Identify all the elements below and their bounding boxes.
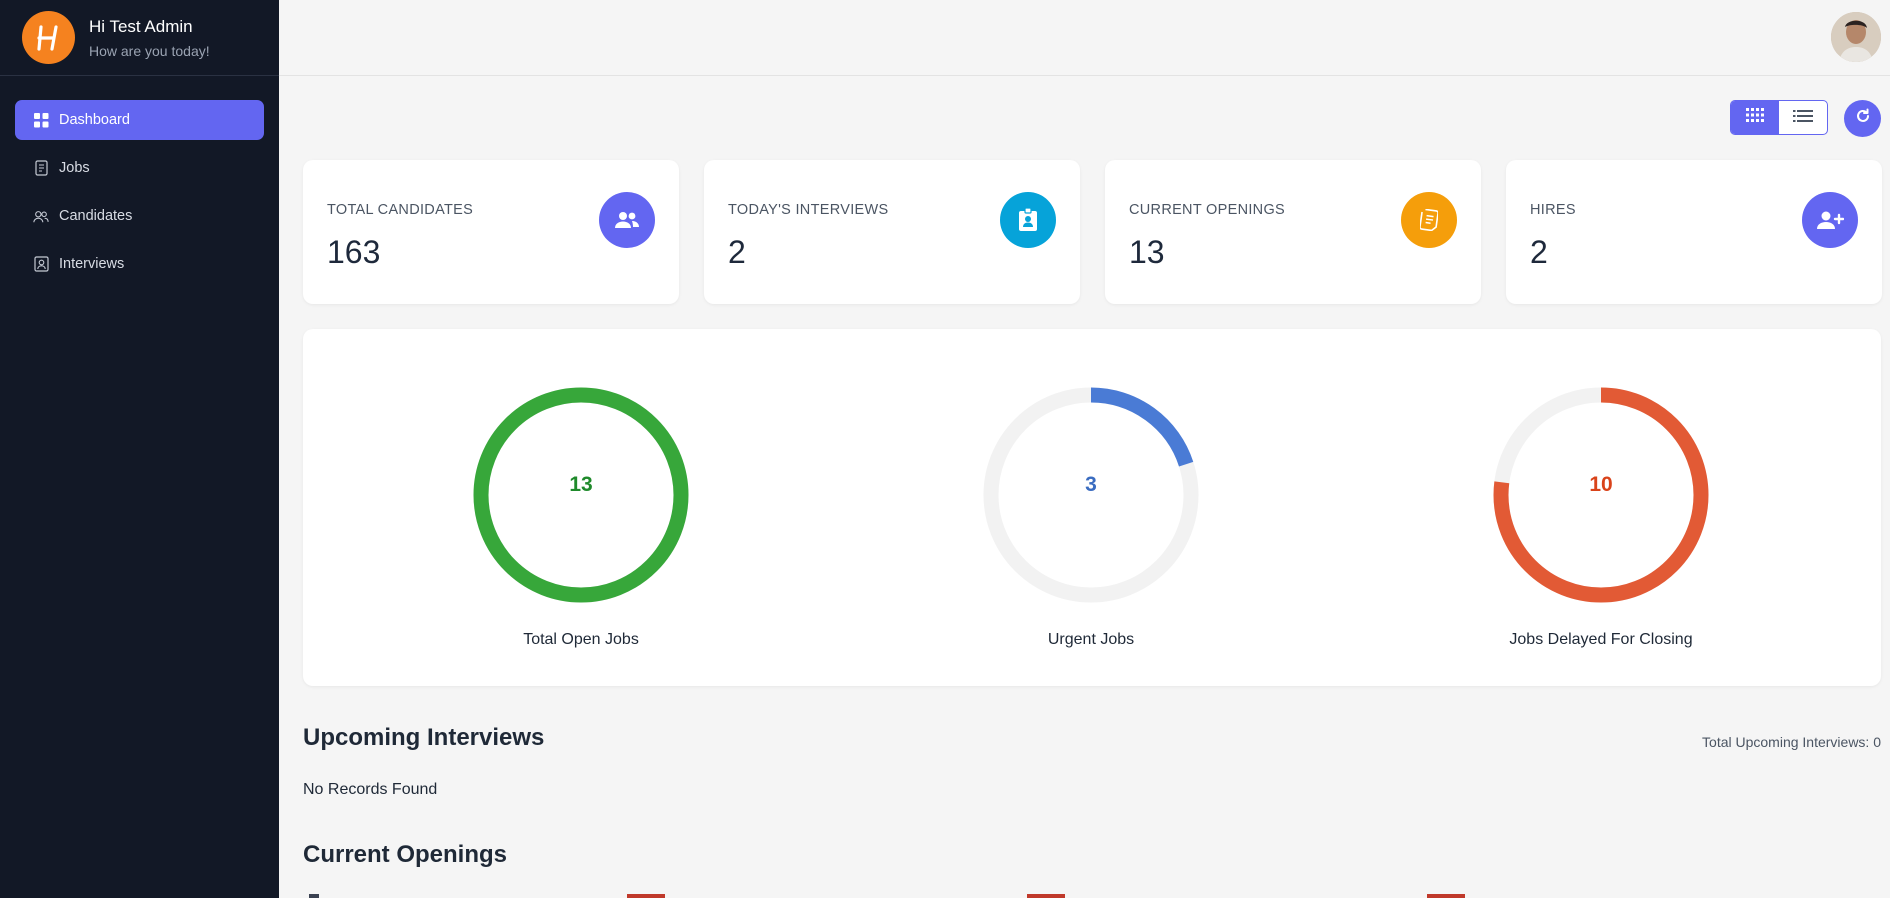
donut-value: 3 xyxy=(1085,473,1097,496)
dashboard-icon xyxy=(33,112,49,128)
donut-total-open-jobs[interactable]: 13 Total Open Jobs xyxy=(461,385,701,649)
donut-urgent-jobs[interactable]: 3 Urgent Jobs xyxy=(971,385,1211,649)
jobs-donut-panel: 13 Total Open Jobs 3 Urgent Jobs 10 Jobs… xyxy=(303,329,1881,686)
sidebar-item-dashboard[interactable]: Dashboard xyxy=(15,100,264,140)
stat-value: 13 xyxy=(1129,234,1165,270)
stat-label: CURRENT OPENINGS xyxy=(1129,202,1285,218)
top-bar xyxy=(279,0,1890,76)
donut-value: 10 xyxy=(1589,473,1613,496)
id-badge-icon xyxy=(33,256,49,272)
stat-label: HIRES xyxy=(1530,202,1576,218)
stat-card-todays-interviews[interactable]: TODAY'S INTERVIEWS 2 xyxy=(704,160,1080,304)
opening-card-edge xyxy=(709,894,1079,898)
opening-card-edge xyxy=(1109,894,1479,898)
stat-value: 2 xyxy=(728,234,746,270)
empty-state-text: No Records Found xyxy=(303,781,438,798)
sidebar-item-interviews[interactable]: Interviews xyxy=(15,244,264,284)
grid-icon xyxy=(1746,108,1764,127)
refresh-button[interactable] xyxy=(1844,100,1881,137)
list-icon xyxy=(1793,109,1813,127)
stat-label: TOTAL CANDIDATES xyxy=(327,202,474,218)
opening-card-edge xyxy=(309,894,679,898)
brand-logo-icon xyxy=(36,24,58,51)
upcoming-interviews-title: Upcoming Interviews xyxy=(303,724,545,751)
document-icon xyxy=(33,160,49,176)
stat-value: 2 xyxy=(1530,234,1548,270)
stat-label: TODAY'S INTERVIEWS xyxy=(728,202,889,218)
avatar-icon xyxy=(1831,12,1881,62)
greeting-title: Hi Test Admin xyxy=(89,16,193,36)
stat-card-current-openings[interactable]: CURRENT OPENINGS 13 xyxy=(1105,160,1481,304)
brand-logo[interactable] xyxy=(22,11,75,64)
document-icon xyxy=(1401,192,1457,248)
sidebar-item-label: Jobs xyxy=(59,160,90,176)
stat-cards: TOTAL CANDIDATES 163 TODAY'S INTERVIEWS … xyxy=(303,160,1882,304)
users-icon xyxy=(599,192,655,248)
upcoming-interviews-total: Total Upcoming Interviews: 0 xyxy=(1702,734,1881,750)
stat-card-total-candidates[interactable]: TOTAL CANDIDATES 163 xyxy=(303,160,679,304)
users-icon xyxy=(33,208,49,224)
stat-card-hires[interactable]: HIRES 2 xyxy=(1506,160,1882,304)
greeting-subtitle: How are you today! xyxy=(89,42,210,59)
stat-value: 163 xyxy=(327,234,381,270)
sidebar-item-label: Interviews xyxy=(59,256,125,272)
user-plus-icon xyxy=(1802,192,1858,248)
sidebar-item-label: Candidates xyxy=(59,208,133,224)
main-content: TOTAL CANDIDATES 163 TODAY'S INTERVIEWS … xyxy=(279,76,1890,898)
donut-value: 13 xyxy=(569,473,593,496)
current-openings-title: Current Openings xyxy=(303,841,508,868)
user-avatar[interactable] xyxy=(1831,12,1881,62)
sidebar-nav: Dashboard Jobs Candidates Interviews xyxy=(0,76,279,284)
id-badge-icon xyxy=(1000,192,1056,248)
grid-view-button[interactable] xyxy=(1731,101,1779,134)
sidebar: Hi Test Admin How are you today! Dashboa… xyxy=(0,0,279,898)
sidebar-item-label: Dashboard xyxy=(59,112,130,128)
list-view-button[interactable] xyxy=(1779,101,1827,134)
view-toggle xyxy=(1730,100,1828,135)
sidebar-header: Hi Test Admin How are you today! xyxy=(0,0,279,76)
refresh-icon xyxy=(1855,108,1871,129)
sidebar-item-candidates[interactable]: Candidates xyxy=(15,196,264,236)
donut-label: Urgent Jobs xyxy=(1047,631,1135,648)
donut-label: Total Open Jobs xyxy=(523,631,639,648)
donut-jobs-delayed[interactable]: 10 Jobs Delayed For Closing xyxy=(1481,385,1721,649)
donut-label: Jobs Delayed For Closing xyxy=(1509,631,1693,648)
sidebar-item-jobs[interactable]: Jobs xyxy=(15,148,264,188)
